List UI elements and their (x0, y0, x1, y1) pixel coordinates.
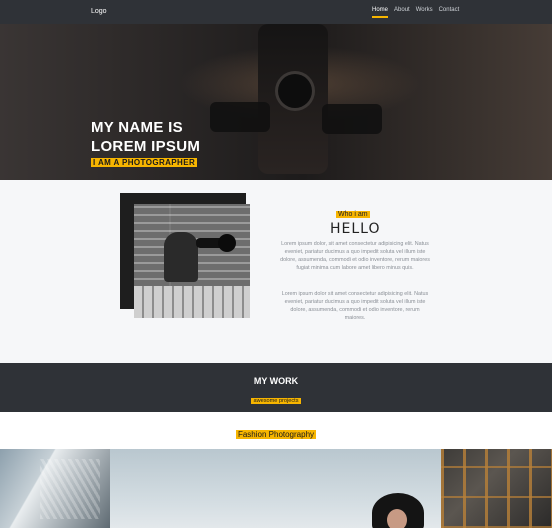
nav-links: Home About Works Contact (372, 7, 459, 18)
gallery (0, 449, 552, 528)
nav-link-home[interactable]: Home (372, 7, 389, 18)
photo-person (164, 232, 198, 282)
gallery-image-1-texture (40, 459, 100, 519)
fashion-section: Fashion Photography (0, 412, 552, 449)
hero-sunglasses-left (210, 102, 270, 132)
hero-title-line1: MY NAME IS (91, 119, 183, 136)
fashion-title: Fashion Photography (235, 430, 317, 439)
gallery-image-3-bars (441, 449, 552, 528)
photo-fence (134, 286, 250, 318)
hero-title: MY NAME IS LOREM IPSUM (91, 118, 200, 156)
gallery-image-2-face (387, 509, 407, 528)
hero-sunglasses-right (322, 104, 382, 134)
hero-subtitle: I AM A PHOTOGRAPHER (91, 158, 198, 167)
work-title: MY WORK (253, 376, 299, 386)
nav-link-about[interactable]: About (394, 7, 410, 18)
gallery-image-3[interactable] (441, 449, 552, 528)
about-paragraph-2: Lorem ipsum dolor sit amet consectetur a… (281, 291, 429, 321)
page: Logo Home About Works Contact MY NAME IS… (0, 0, 552, 528)
about-section: Who i am HELLO Lorem ipsum dolor, sit am… (0, 180, 552, 363)
work-subtitle-wrap: awesome projects (0, 389, 552, 407)
work-subtitle: awesome projects (251, 398, 301, 404)
about-paragraph-1: Lorem ipsum dolor, sit amet consectetur … (280, 241, 430, 271)
hero-section: MY NAME IS LOREM IPSUM I AM A PHOTOGRAPH… (0, 24, 552, 180)
work-section: MY WORK awesome projects (0, 363, 552, 412)
photo-lens-end (218, 234, 236, 252)
about-photo (134, 204, 250, 318)
gallery-image-1[interactable] (0, 449, 110, 528)
nav-link-contact[interactable]: Contact (439, 7, 460, 18)
about-label: Who i am (336, 211, 370, 218)
hero-lens-shape (278, 74, 312, 108)
about-heading: HELLO (330, 221, 381, 237)
hero-title-line2: LOREM IPSUM (91, 138, 201, 155)
nav-link-works[interactable]: Works (416, 7, 433, 18)
fashion-title-wrap: Fashion Photography (0, 424, 552, 442)
navbar: Logo Home About Works Contact (0, 0, 552, 24)
logo[interactable]: Logo (91, 8, 107, 15)
gallery-image-2[interactable] (110, 449, 441, 528)
